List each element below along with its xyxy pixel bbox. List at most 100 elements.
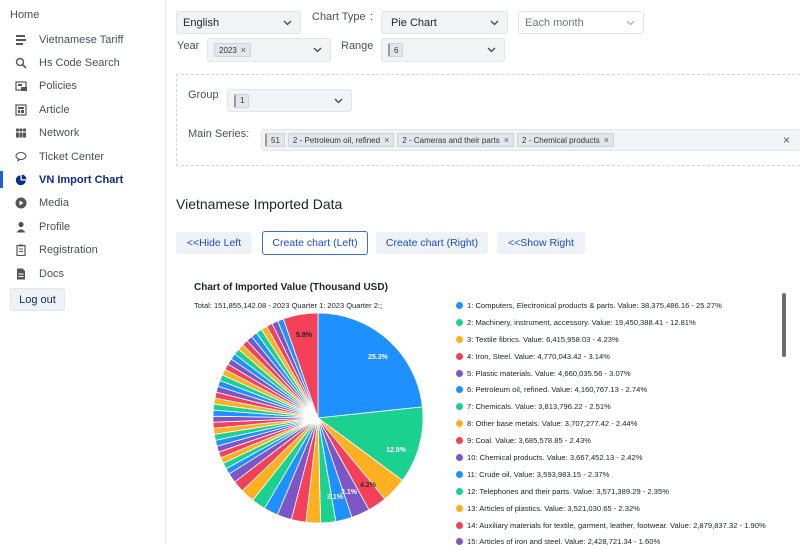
book-icon bbox=[14, 33, 28, 47]
sidebar-item-network[interactable]: Network bbox=[0, 122, 166, 145]
sidebar-home-link[interactable]: Home bbox=[10, 9, 39, 21]
create-chart-right-button[interactable]: Create chart (Right) bbox=[376, 232, 488, 254]
legend-item[interactable]: 10: Chemical products. Value: 3,667,452.… bbox=[456, 449, 786, 466]
page-title: Vietnamese Imported Data bbox=[176, 196, 343, 212]
logout-button[interactable]: Log out bbox=[10, 288, 65, 311]
document-icon bbox=[14, 267, 28, 281]
legend-dot-icon bbox=[456, 504, 463, 512]
sidebar-item-vn-import-chart[interactable]: VN Import Chart bbox=[0, 168, 166, 191]
series-tag: 2 - Cameras and their parts × bbox=[397, 133, 514, 147]
slice-label-4: 3.1% bbox=[341, 489, 358, 496]
close-icon[interactable]: × bbox=[241, 45, 246, 55]
sidebar-item-media[interactable]: Media bbox=[0, 192, 166, 215]
legend-item[interactable]: 11: Crude oil. Value: 3,593,983.15 - 2.3… bbox=[456, 466, 786, 483]
legend-item[interactable]: 3: Textile fibrics. Value: 6,415,958.03 … bbox=[456, 331, 786, 348]
chevron-down-icon bbox=[490, 17, 499, 29]
legend-text: 12: Telephones and their parts. Value: 3… bbox=[467, 486, 669, 496]
language-select-value: English bbox=[183, 16, 220, 29]
main-series-label: Main Series: bbox=[188, 128, 250, 140]
language-select[interactable]: English bbox=[176, 11, 301, 34]
pie-chart-icon bbox=[14, 173, 28, 187]
legend-dot-icon bbox=[456, 437, 463, 445]
year-select[interactable]: 2023 × bbox=[207, 38, 331, 62]
legend-item[interactable]: 12: Telephones and their parts. Value: 3… bbox=[456, 483, 786, 500]
legend-text: 2: Machinery, instrument, accessory. Val… bbox=[467, 317, 696, 327]
range-tag: 6 bbox=[388, 43, 404, 57]
chart-type-label: Chart Type bbox=[312, 11, 366, 23]
group-select[interactable]: 1 bbox=[227, 89, 352, 112]
series-tag: 51 bbox=[265, 133, 285, 147]
legend-text: 11: Crude oil. Value: 3,593,983.15 - 2.3… bbox=[467, 469, 610, 479]
legend-item[interactable]: 4: Iron, Steel. Value: 4,770,043.42 - 3.… bbox=[456, 348, 786, 365]
chevron-down-icon bbox=[334, 95, 343, 107]
legend-item[interactable]: 2: Machinery, instrument, accessory. Val… bbox=[456, 314, 786, 331]
legend-item[interactable]: 7: Chemicals. Value: 3,813,796.22 - 2.51… bbox=[456, 398, 786, 415]
pie-slices bbox=[212, 312, 424, 524]
legend-text: 3: Textile fibrics. Value: 6,415,958.03 … bbox=[467, 334, 619, 344]
legend-item[interactable]: 1: Computers, Electronical products & pa… bbox=[456, 297, 786, 314]
hide-left-button[interactable]: <<Hide Left bbox=[176, 232, 252, 254]
sidebar-item-profile[interactable]: Profile bbox=[0, 215, 166, 238]
legend-text: 5: Plastic materials. Value: 4,660,035.5… bbox=[467, 368, 631, 378]
sidebar-item-docs[interactable]: Docs bbox=[0, 262, 166, 285]
range-select[interactable]: 6 bbox=[381, 38, 505, 62]
series-tag-label: 2 - Cameras and their parts bbox=[402, 135, 500, 145]
legend-item[interactable]: 6: Petroleum oil, refined. Value: 4,160,… bbox=[456, 381, 786, 398]
legend-dot-icon bbox=[456, 420, 463, 428]
legend-item[interactable]: 14: Auxiliary materials for textile, gar… bbox=[456, 517, 786, 534]
slice-label-5: 3.1% bbox=[327, 494, 344, 501]
legend-dot-icon bbox=[456, 318, 463, 326]
sidebar-item-label: Ticket Center bbox=[39, 150, 105, 163]
chart-type-colon: : bbox=[370, 11, 374, 23]
chart-legend: 1: Computers, Electronical products & pa… bbox=[456, 297, 786, 550]
legend-item[interactable]: 15: Articles of iron and steel. Value: 2… bbox=[456, 533, 786, 550]
legend-text: 4: Iron, Steel. Value: 4,770,043.42 - 3.… bbox=[467, 351, 610, 361]
chat-icon bbox=[14, 150, 28, 164]
main-series-select[interactable]: 51 2 - Petroleum oil, refined × 2 - Camer… bbox=[261, 129, 800, 151]
legend-scrollbar[interactable] bbox=[782, 293, 786, 357]
close-icon[interactable]: × bbox=[504, 135, 509, 145]
legend-text: 13: Articles of plastics. Value: 3,521,0… bbox=[467, 503, 640, 513]
legend-text: 1: Computers, Electronical products & pa… bbox=[467, 300, 722, 310]
article-icon bbox=[14, 103, 28, 117]
sidebar-item-article[interactable]: Article bbox=[0, 98, 166, 121]
legend-text: 15: Articles of iron and steel. Value: 2… bbox=[467, 537, 661, 547]
group-tag-label: 1 bbox=[240, 96, 245, 105]
legend-text: 7: Chemicals. Value: 3,813,796.22 - 2.51… bbox=[467, 402, 611, 412]
legend-item[interactable]: 5: Plastic materials. Value: 4,660,035.5… bbox=[456, 365, 786, 382]
group-label: Group bbox=[188, 89, 219, 101]
sidebar-item-label: Policies bbox=[39, 80, 77, 93]
close-icon[interactable]: × bbox=[384, 135, 389, 145]
series-tag: 2 - Chemical products × bbox=[516, 133, 615, 147]
show-right-button[interactable]: <<Show Right bbox=[497, 232, 585, 254]
sidebar-item-registration[interactable]: Registration bbox=[0, 239, 166, 262]
close-icon[interactable]: × bbox=[604, 135, 609, 145]
sidebar-item-hs-code-search[interactable]: Hs Code Search bbox=[0, 51, 166, 74]
legend-text: 8: Other base metals. Value: 3,707,277.4… bbox=[467, 419, 638, 429]
sidebar-item-policies[interactable]: Policies bbox=[0, 75, 166, 98]
year-tag: 2023 × bbox=[214, 43, 252, 57]
sidebar-item-label: Vietnamese Tariff bbox=[39, 33, 124, 46]
slice-label-6: 5.8% bbox=[296, 332, 313, 339]
legend-text: 14: Auxiliary materials for textile, gar… bbox=[467, 520, 766, 530]
legend-item[interactable]: 13: Articles of plastics. Value: 3,521,0… bbox=[456, 500, 786, 517]
group-tag: 1 bbox=[234, 93, 250, 108]
create-chart-left-button[interactable]: Create chart (Left) bbox=[262, 231, 368, 255]
clear-all-icon[interactable]: × bbox=[783, 133, 790, 147]
chart-type-select[interactable]: Pie Chart bbox=[381, 11, 508, 34]
period-select[interactable]: Each month bbox=[518, 11, 644, 34]
policies-icon bbox=[14, 79, 28, 93]
pie-slice[interactable] bbox=[317, 312, 423, 419]
legend-dot-icon bbox=[456, 453, 463, 461]
sidebar-item-ticket-center[interactable]: Ticket Center bbox=[0, 145, 166, 168]
legend-dot-icon bbox=[456, 487, 463, 495]
legend-item[interactable]: 9: Coal. Value: 3,685,578.85 - 2.43% bbox=[456, 432, 786, 449]
slice-label-1: 25.3% bbox=[368, 354, 389, 361]
legend-dot-icon bbox=[456, 301, 463, 309]
sidebar-item-vietnamese-tariff[interactable]: Vietnamese Tariff bbox=[0, 28, 166, 51]
legend-dot-icon bbox=[456, 335, 463, 343]
year-tag-label: 2023 bbox=[219, 45, 237, 55]
legend-item[interactable]: 8: Other base metals. Value: 3,707,277.4… bbox=[456, 415, 786, 432]
sidebar-item-label: Hs Code Search bbox=[39, 57, 120, 70]
sidebar-item-label: Article bbox=[39, 103, 70, 116]
